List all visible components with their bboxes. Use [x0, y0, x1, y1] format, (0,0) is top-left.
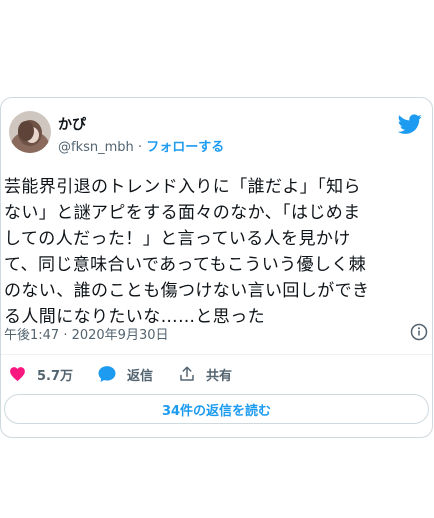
info-icon[interactable]	[410, 323, 428, 341]
speech-bubble-icon	[98, 366, 116, 382]
follow-button[interactable]: フォローする	[146, 140, 224, 155]
timestamp[interactable]: 午後1:47 · 2020年9月30日	[4, 328, 169, 343]
display-name[interactable]: かぴ	[58, 114, 86, 134]
tweet-text-line: しての人だった！」と言っている人を見かけ	[4, 229, 351, 249]
tweet-text-line: のない、誰のことも傷つけない言い回しができ	[4, 281, 370, 301]
embedded-tweet-card: かぴ @fksn_mbh · フォローする 芸能界引退のトレンド入りに「誰だよ」…	[0, 97, 433, 438]
share-label: 共有	[206, 368, 233, 384]
like-button[interactable]: 5.7万	[9, 362, 73, 386]
tweet-text-line: て、同じ意味合いであってもこういう優しく棘	[4, 255, 367, 275]
action-bar: 5.7万 返信 共有	[1, 362, 432, 386]
avatar[interactable]	[9, 111, 51, 153]
separator-dot: ·	[137, 140, 143, 155]
tweet-text-line: ない」と謎アピをする面々のなか、「はじめま	[4, 203, 361, 223]
share-arrow-icon	[180, 366, 194, 381]
user-handle[interactable]: @fksn_mbh	[58, 140, 134, 155]
read-replies-button[interactable]: 34件の返信を読む	[4, 394, 429, 424]
tweet-header: かぴ @fksn_mbh · フォローする	[1, 98, 432, 168]
reply-label: 返信	[127, 368, 154, 384]
like-count: 5.7万	[37, 368, 74, 384]
twitter-bird-icon[interactable]	[397, 112, 422, 136]
divider	[1, 354, 432, 355]
handle-row: @fksn_mbh · フォローする	[58, 136, 224, 155]
reply-button[interactable]: 返信	[97, 362, 153, 386]
page: かぴ @fksn_mbh · フォローする 芸能界引退のトレンド入りに「誰だよ」…	[0, 0, 434, 518]
tweet-meta: 午後1:47 · 2020年9月30日	[4, 323, 429, 344]
tweet-text-line: 芸能界引退のトレンド入りに「誰だよ」「知ら	[4, 177, 361, 197]
tweet-text: 芸能界引退のトレンド入りに「誰だよ」「知ら ない」と謎アピをする面々のなか、「は…	[4, 174, 429, 330]
heart-icon	[10, 367, 25, 382]
share-button[interactable]: 共有	[178, 362, 232, 386]
